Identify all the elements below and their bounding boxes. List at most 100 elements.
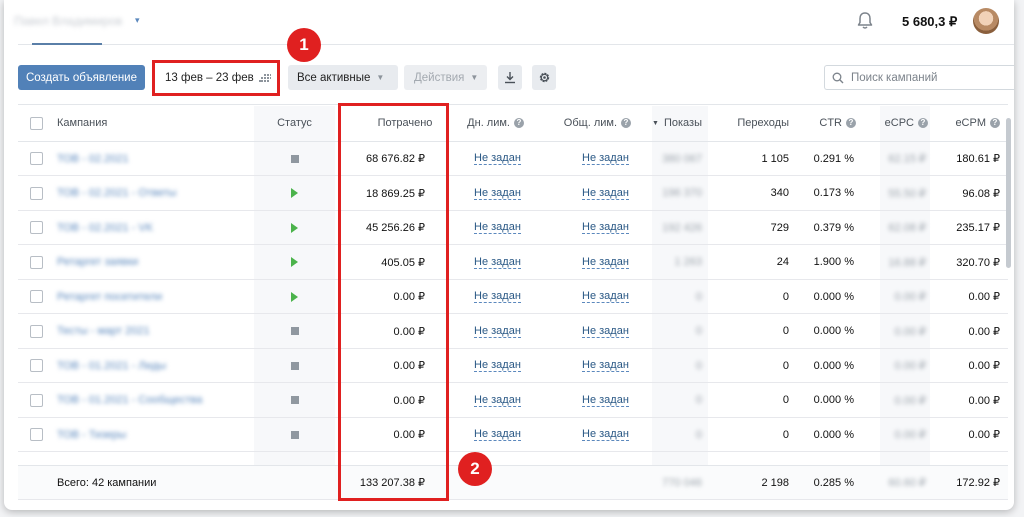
row-checkbox[interactable]: [30, 255, 43, 269]
column-total-limit[interactable]: Общ. лим.?: [544, 105, 631, 141]
campaign-name-link[interactable]: ТОВ - 01.2021 - Сообщества: [57, 384, 202, 417]
day-limit-link[interactable]: Не задан: [474, 246, 521, 279]
day-limit-link[interactable]: Не задан: [474, 349, 521, 382]
row-checkbox-cell[interactable]: [30, 211, 43, 244]
day-limit-value[interactable]: Не задан: [474, 394, 521, 407]
total-limit-value[interactable]: Не задан: [582, 325, 629, 338]
day-limit-link[interactable]: Не задан: [474, 280, 521, 313]
total-limit-link[interactable]: Не задан: [582, 315, 629, 348]
campaign-search[interactable]: [824, 65, 1014, 90]
account-balance[interactable]: 5 680,3 ₽: [902, 14, 957, 30]
campaign-status[interactable]: [254, 142, 335, 175]
row-checkbox[interactable]: [30, 428, 43, 441]
campaign-name-link[interactable]: ТОВ - 02.2021 - VK: [57, 211, 153, 244]
date-range-picker[interactable]: 13 фев – 23 фев: [165, 72, 254, 84]
table-row[interactable]: ТОВ - 01.2021 - Лиды 0.00 ₽ Не задан Не зад…: [18, 349, 1008, 383]
total-limit-link[interactable]: Не задан: [582, 246, 629, 279]
create-ad-button[interactable]: Создать объявление: [18, 65, 145, 90]
column-day-limit[interactable]: Дн. лим.?: [458, 105, 524, 141]
day-limit-link[interactable]: Не задан: [474, 142, 521, 175]
stop-status-icon[interactable]: [290, 430, 299, 439]
total-limit-link[interactable]: Не задан: [582, 280, 629, 313]
row-checkbox[interactable]: [30, 221, 43, 234]
table-row[interactable]: ТОВ - 01.2021 - Сообщества 0.00 ₽ Не задан…: [18, 384, 1008, 418]
table-row[interactable]: ТОВ - Тизеры 0.00 ₽ Не задан Не задан 0 0 0.00…: [18, 418, 1008, 452]
column-ctr[interactable]: CTR?: [798, 105, 856, 141]
campaign-name-link[interactable]: ТОВ - 02.2021 - Ответы: [57, 177, 176, 210]
campaign-name-link[interactable]: Ретаргет заявки: [57, 246, 138, 279]
day-limit-value[interactable]: Не задан: [474, 187, 521, 200]
play-status-icon[interactable]: [291, 222, 298, 233]
row-checkbox[interactable]: [30, 393, 43, 407]
row-checkbox-cell[interactable]: [30, 315, 43, 348]
column-ecpm[interactable]: eCPM?: [936, 105, 1000, 141]
stop-status-icon[interactable]: [290, 327, 299, 335]
total-limit-link[interactable]: Не задан: [582, 142, 629, 175]
campaign-status[interactable]: [254, 349, 335, 382]
actions-dropdown[interactable]: Действия ▼: [404, 65, 487, 90]
total-limit-value[interactable]: Не задан: [582, 428, 629, 441]
total-limit-value[interactable]: Не задан: [582, 394, 629, 407]
row-checkbox-cell[interactable]: [30, 246, 43, 279]
row-checkbox-cell[interactable]: [30, 418, 43, 451]
row-checkbox-cell[interactable]: [30, 142, 43, 175]
total-limit-value[interactable]: Не задан: [582, 290, 629, 303]
row-checkbox[interactable]: [30, 152, 43, 165]
day-limit-link[interactable]: Не задан: [474, 211, 521, 244]
day-limit-value[interactable]: Не задан: [474, 359, 521, 372]
campaign-name-link[interactable]: ТОВ - 02.2021: [57, 142, 129, 175]
table-row[interactable]: Тесты - март 2021 0.00 ₽ Не задан Не задан 0…: [18, 315, 1008, 349]
campaign-status[interactable]: [254, 211, 335, 244]
total-limit-link[interactable]: Не задан: [582, 418, 629, 451]
play-status-icon[interactable]: [291, 188, 298, 198]
total-limit-value[interactable]: Не задан: [582, 187, 629, 200]
column-ecpc[interactable]: eCPC?: [870, 105, 928, 141]
day-limit-value[interactable]: Не задан: [474, 325, 521, 338]
column-clicks[interactable]: Переходы: [718, 105, 789, 141]
stop-status-icon[interactable]: [290, 396, 299, 404]
day-limit-value[interactable]: Не задан: [474, 290, 521, 303]
help-icon[interactable]: ?: [846, 118, 856, 128]
status-filter-dropdown[interactable]: Все активные ▼: [288, 65, 398, 90]
row-checkbox-cell[interactable]: [30, 384, 43, 417]
day-limit-value[interactable]: Не задан: [474, 152, 521, 165]
row-checkbox[interactable]: [30, 359, 43, 372]
day-limit-link[interactable]: Не задан: [474, 418, 521, 451]
total-limit-link[interactable]: Не задан: [582, 211, 629, 244]
play-status-icon[interactable]: [291, 291, 298, 302]
avatar[interactable]: [973, 8, 999, 34]
column-status[interactable]: Статус: [254, 105, 335, 141]
campaign-status[interactable]: [254, 315, 335, 348]
help-icon[interactable]: ?: [918, 118, 928, 128]
campaign-status[interactable]: [254, 246, 335, 279]
bell-icon[interactable]: [854, 10, 876, 32]
campaign-name-link[interactable]: Ретаргет посетители: [57, 280, 162, 313]
stop-status-icon[interactable]: [290, 154, 299, 163]
day-limit-link[interactable]: Не задан: [474, 315, 521, 348]
total-limit-link[interactable]: Не задан: [582, 177, 629, 210]
select-all-checkbox[interactable]: [30, 116, 43, 130]
day-limit-value[interactable]: Не задан: [474, 256, 521, 269]
help-icon[interactable]: ?: [621, 118, 631, 128]
row-checkbox-cell[interactable]: [30, 349, 43, 382]
row-checkbox[interactable]: [30, 324, 43, 338]
select-all-checkbox-cell[interactable]: [30, 105, 43, 141]
total-limit-link[interactable]: Не задан: [582, 349, 629, 382]
column-impressions[interactable]: ▼ Показы: [638, 105, 702, 141]
stop-status-icon[interactable]: [290, 361, 299, 370]
row-checkbox-cell[interactable]: [30, 177, 43, 210]
day-limit-link[interactable]: Не задан: [474, 384, 521, 417]
chevron-down-icon[interactable]: ▾: [135, 15, 140, 26]
total-limit-value[interactable]: Не задан: [582, 221, 629, 234]
settings-button[interactable]: [532, 65, 556, 90]
day-limit-value[interactable]: Не задан: [474, 221, 521, 234]
campaign-status[interactable]: [254, 177, 335, 210]
date-range-picker-highlight[interactable]: 13 фев – 23 фев: [152, 60, 280, 96]
total-limit-value[interactable]: Не задан: [582, 152, 629, 165]
campaign-name-link[interactable]: Тесты - март 2021: [57, 315, 150, 348]
day-limit-link[interactable]: Не задан: [474, 177, 521, 210]
calendar-grid-icon[interactable]: [259, 74, 271, 84]
total-limit-link[interactable]: Не задан: [582, 384, 629, 417]
table-row[interactable]: ТОВ - 02.2021 - Ответы 18 869.25 ₽ Не зада…: [18, 177, 1008, 211]
campaign-status[interactable]: [254, 384, 335, 417]
